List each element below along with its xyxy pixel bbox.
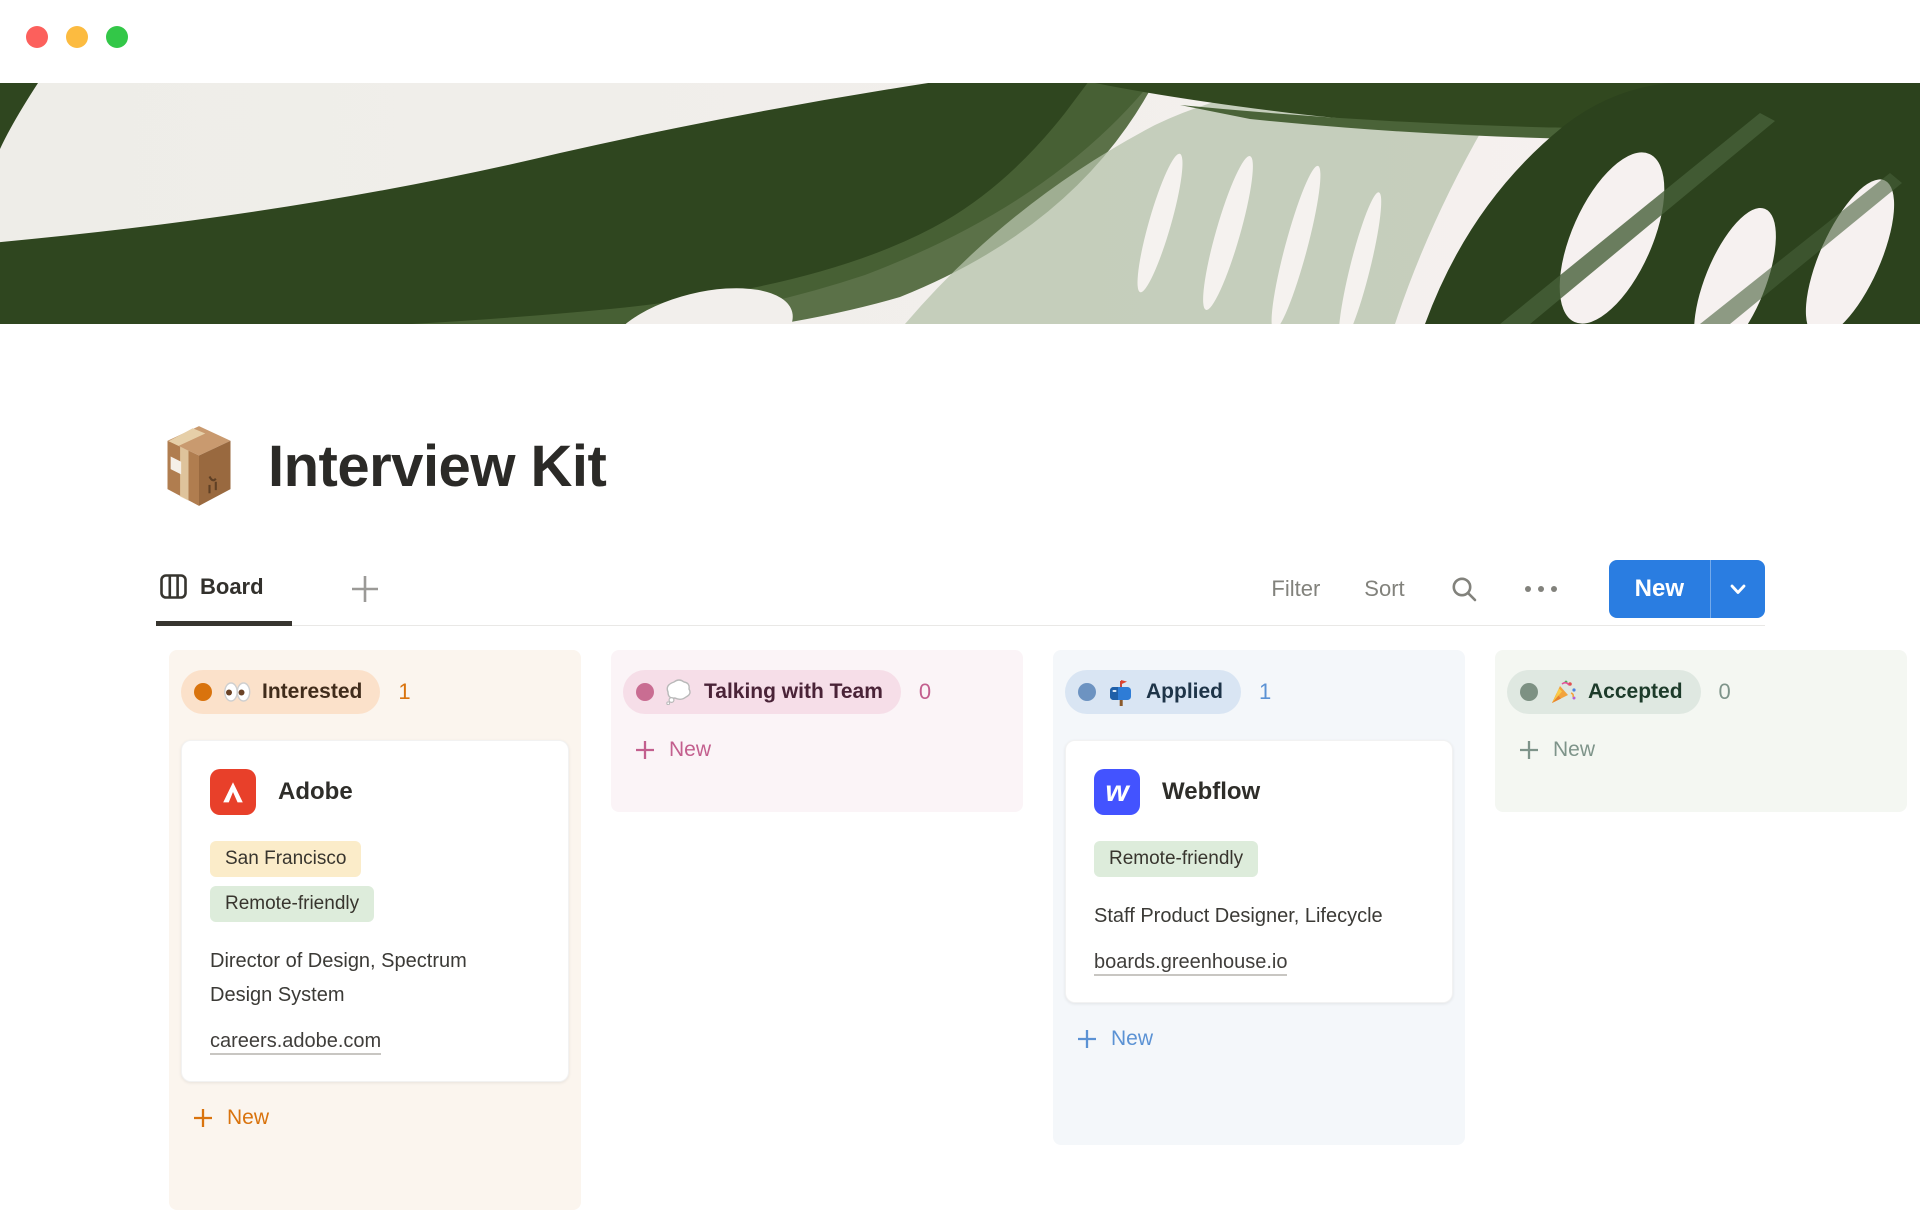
cover-image-monstera-leaves bbox=[0, 83, 1920, 324]
link-boards-greenhouse[interactable]: boards.greenhouse.io bbox=[1094, 951, 1287, 976]
party-popper-emoji bbox=[1549, 679, 1577, 706]
filter-button[interactable]: Filter bbox=[1271, 576, 1320, 602]
add-view-button[interactable] bbox=[345, 569, 385, 614]
adobe-logo bbox=[210, 769, 256, 815]
column-status-pill[interactable]: Interested bbox=[181, 670, 380, 714]
card-description: Staff Product Designer, Lifecycle bbox=[1094, 899, 1394, 933]
page-title[interactable]: Interview Kit bbox=[268, 433, 606, 500]
status-dot-icon bbox=[194, 683, 212, 701]
window-titlebar bbox=[0, 0, 1920, 83]
board-columns-icon bbox=[160, 574, 187, 599]
card-link: boards.greenhouse.io bbox=[1094, 951, 1424, 974]
add-card-label: New bbox=[669, 738, 711, 762]
link-careers-adobe[interactable]: careers.adobe.com bbox=[210, 1030, 381, 1055]
column-status-pill[interactable]: Accepted bbox=[1507, 670, 1701, 714]
status-dot-icon bbox=[636, 683, 654, 701]
add-card-button[interactable]: New bbox=[623, 738, 1011, 762]
column-label: Accepted bbox=[1588, 680, 1683, 704]
column-interested: Interested 1 Adobe San Francisco Remote-… bbox=[169, 650, 581, 1210]
tag-san-francisco: San Francisco bbox=[210, 841, 361, 877]
column-status-pill[interactable]: Applied bbox=[1065, 670, 1241, 714]
card-link: careers.adobe.com bbox=[210, 1030, 540, 1053]
tab-board-label: Board bbox=[200, 574, 264, 600]
add-card-label: New bbox=[1111, 1027, 1153, 1051]
column-talking-with-team: Talking with Team 0 New bbox=[611, 650, 1023, 812]
page-icon-package-emoji[interactable] bbox=[160, 424, 238, 508]
column-label: Interested bbox=[262, 680, 362, 704]
status-dot-icon bbox=[1520, 683, 1538, 701]
column-count: 0 bbox=[919, 679, 931, 705]
column-header: Applied 1 bbox=[1065, 670, 1453, 714]
card-tags: Remote-friendly bbox=[1094, 841, 1424, 877]
new-button[interactable]: New bbox=[1609, 560, 1710, 618]
add-card-button[interactable]: New bbox=[1065, 1027, 1453, 1051]
minimize-window-button[interactable] bbox=[66, 26, 88, 48]
column-label: Applied bbox=[1146, 680, 1223, 704]
add-card-button[interactable]: New bbox=[1507, 738, 1895, 762]
card-title: Adobe bbox=[278, 778, 353, 806]
tag-remote-friendly: Remote-friendly bbox=[1094, 841, 1258, 877]
status-dot-icon bbox=[1078, 683, 1096, 701]
thought-balloon-emoji bbox=[665, 679, 693, 705]
column-applied: Applied 1 w Webflow Remote-friendly Staf… bbox=[1053, 650, 1465, 1145]
window-controls bbox=[26, 26, 128, 48]
column-accepted: Accepted 0 New bbox=[1495, 650, 1907, 812]
column-header: Accepted 0 bbox=[1507, 670, 1895, 714]
sort-button[interactable]: Sort bbox=[1364, 576, 1404, 602]
tag-remote-friendly: Remote-friendly bbox=[210, 886, 374, 922]
card-title: Webflow bbox=[1162, 778, 1260, 806]
card-adobe[interactable]: Adobe San Francisco Remote-friendly Dire… bbox=[181, 740, 569, 1082]
close-window-button[interactable] bbox=[26, 26, 48, 48]
column-count: 1 bbox=[398, 679, 410, 705]
card-tags: San Francisco Remote-friendly bbox=[210, 841, 540, 922]
board-toolbar: Filter Sort New bbox=[1271, 552, 1765, 626]
column-header: Talking with Team 0 bbox=[623, 670, 1011, 714]
search-icon[interactable] bbox=[1449, 574, 1479, 604]
column-label: Talking with Team bbox=[704, 680, 883, 704]
tab-board[interactable]: Board bbox=[156, 552, 292, 626]
eyes-emoji bbox=[223, 680, 251, 704]
add-card-button[interactable]: New bbox=[181, 1106, 569, 1130]
webflow-logo: w bbox=[1094, 769, 1140, 815]
add-card-label: New bbox=[1553, 738, 1595, 762]
new-button-group: New bbox=[1609, 560, 1765, 618]
zoom-window-button[interactable] bbox=[106, 26, 128, 48]
column-count: 1 bbox=[1259, 679, 1271, 705]
mailbox-emoji bbox=[1107, 679, 1135, 706]
kanban-board: Interested 1 Adobe San Francisco Remote-… bbox=[169, 650, 1907, 1210]
column-status-pill[interactable]: Talking with Team bbox=[623, 670, 901, 714]
column-count: 0 bbox=[1719, 679, 1731, 705]
card-webflow[interactable]: w Webflow Remote-friendly Staff Product … bbox=[1065, 740, 1453, 1003]
column-header: Interested 1 bbox=[181, 670, 569, 714]
add-card-label: New bbox=[227, 1106, 269, 1130]
new-button-dropdown[interactable] bbox=[1711, 560, 1765, 618]
card-description: Director of Design, Spectrum Design Syst… bbox=[210, 944, 510, 1012]
more-options-icon[interactable] bbox=[1523, 584, 1559, 594]
